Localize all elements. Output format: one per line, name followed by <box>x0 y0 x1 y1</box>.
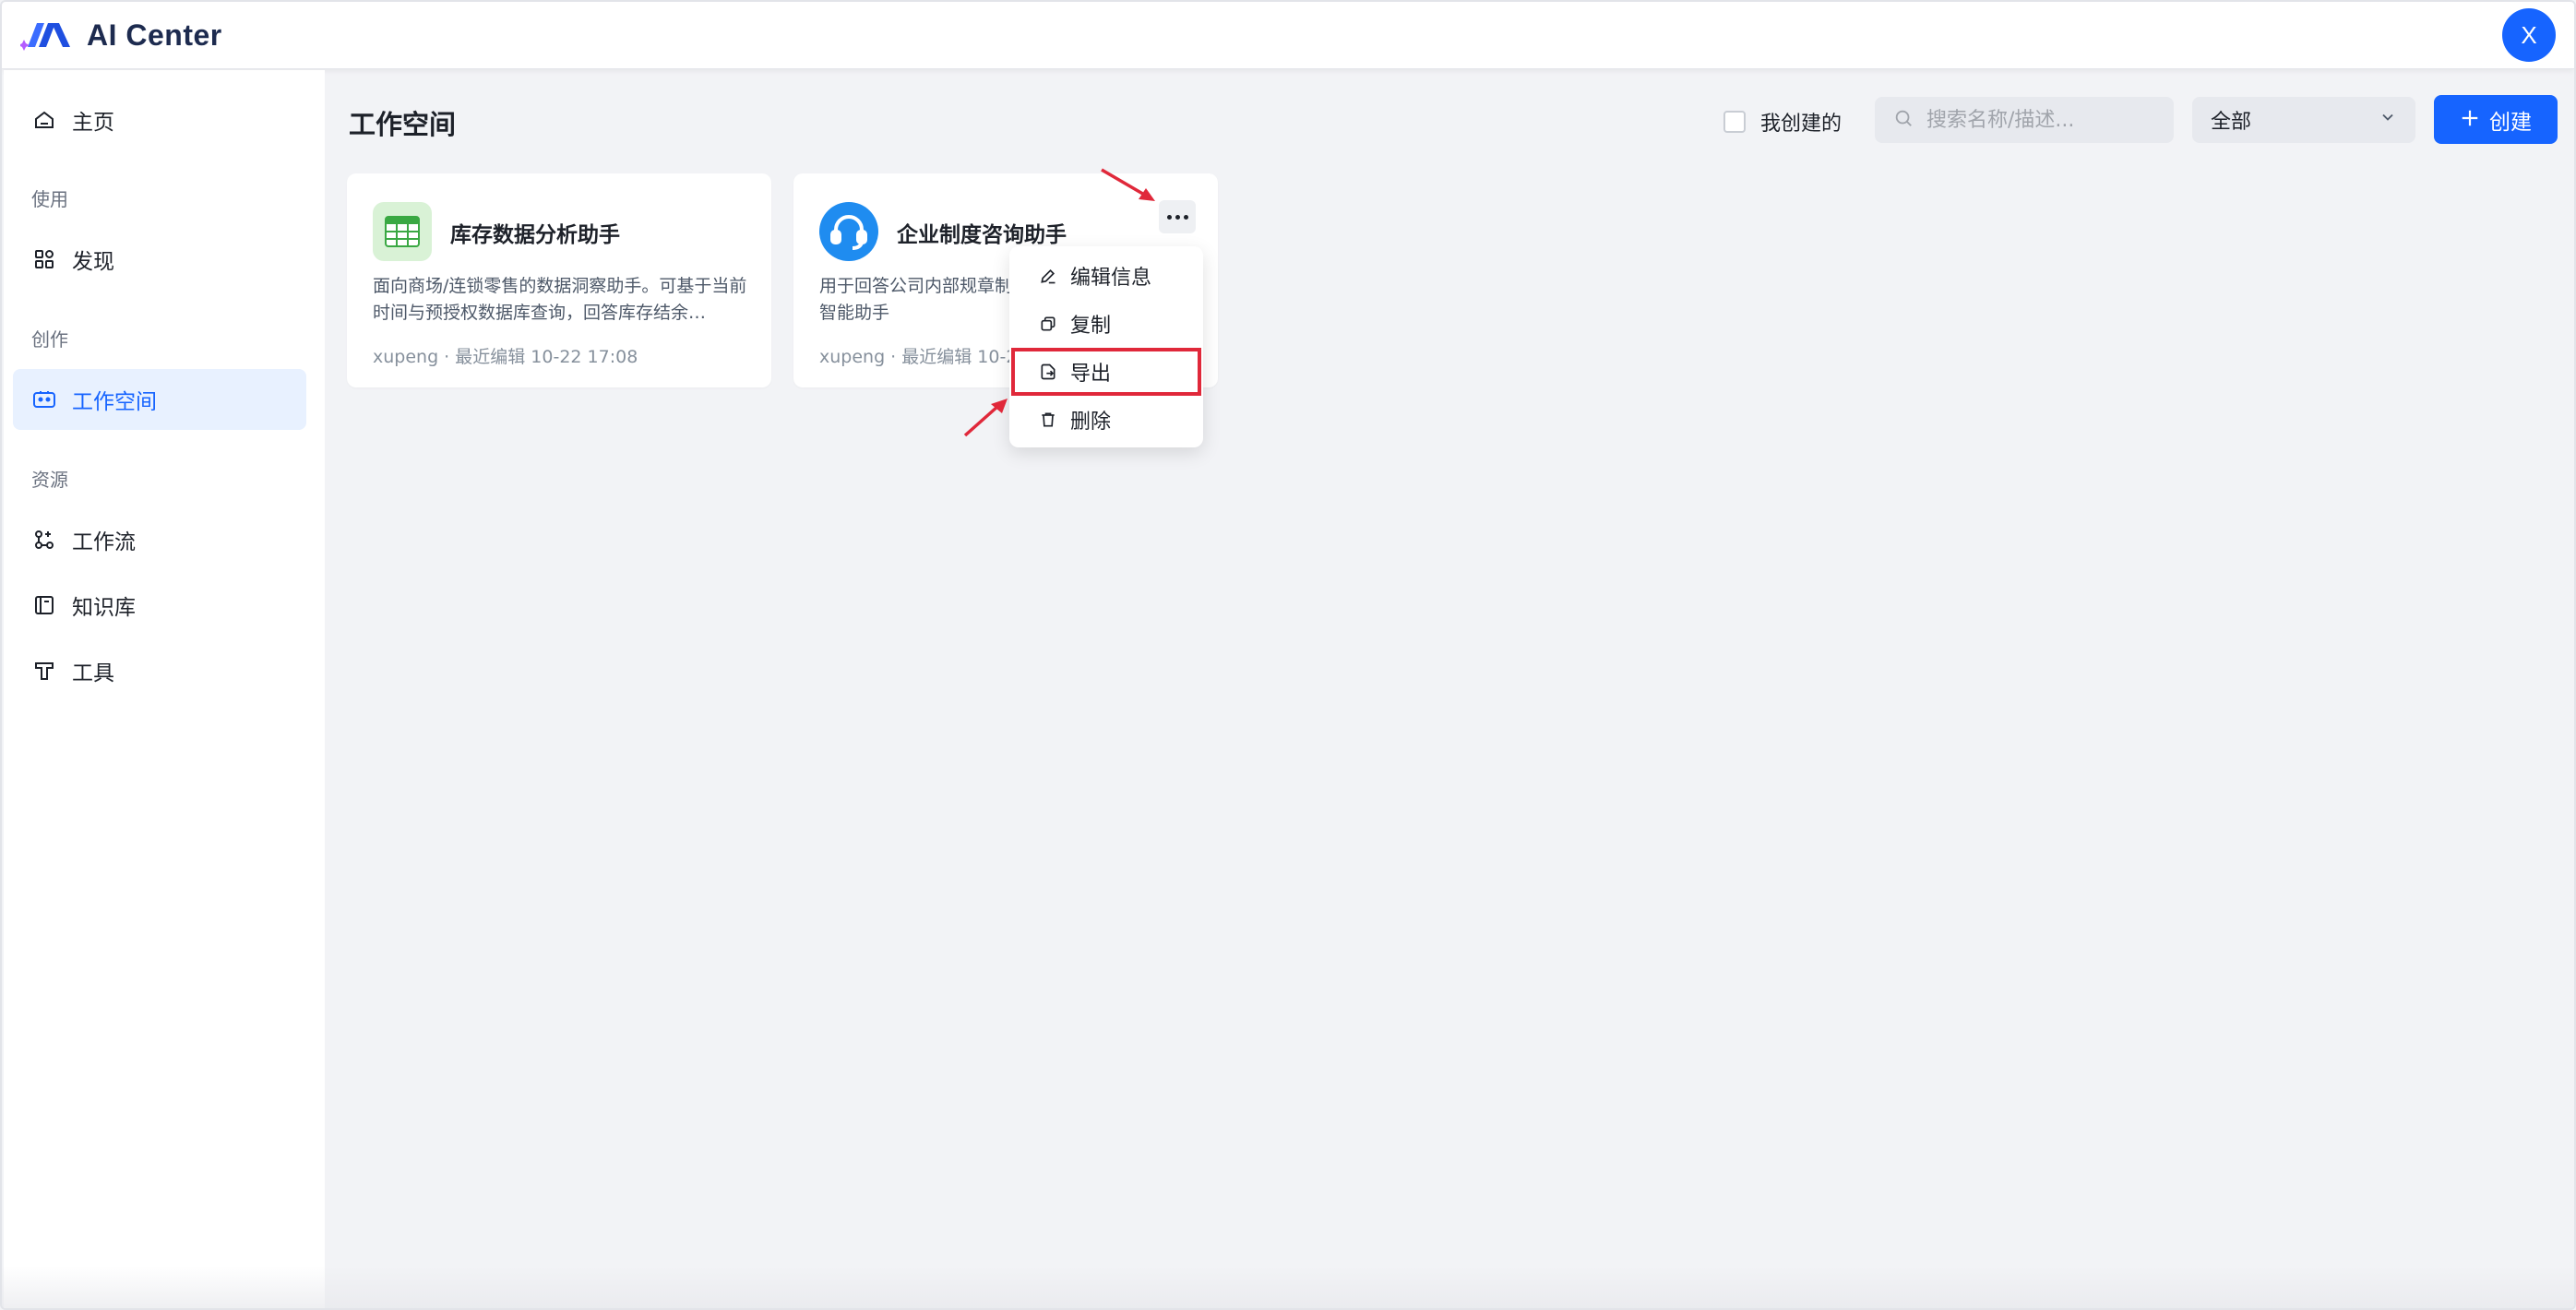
card-title: 企业制度咨询助手 <box>897 223 1067 247</box>
menu-item-edit-info[interactable]: 编辑信息 <box>1017 254 1196 298</box>
search-input[interactable] <box>1926 108 2157 132</box>
discover-grid-icon <box>31 246 57 272</box>
menu-item-delete[interactable]: 删除 <box>1017 398 1196 442</box>
sidebar-item-discover[interactable]: 发现 <box>13 229 306 290</box>
app-logo[interactable]: AI Center <box>20 15 222 55</box>
sidebar-item-workspace[interactable]: 工作空间 <box>13 369 306 430</box>
sidebar-item-home[interactable]: 主页 <box>13 89 306 150</box>
created-by-me-label: 我创建的 <box>1760 113 1843 136</box>
card-description: 面向商场/连锁零售的数据洞察助手。可基于当前时间与预授权数据库查询，回答库存结余… <box>373 276 747 323</box>
app-title: AI Center <box>87 18 222 52</box>
tool-icon <box>31 658 57 684</box>
workflow-icon <box>31 527 57 553</box>
category-select[interactable]: 全部 <box>2192 97 2415 143</box>
home-icon <box>31 107 57 133</box>
card-title: 库存数据分析助手 <box>450 223 620 247</box>
menu-item-copy[interactable]: 复制 <box>1017 302 1196 346</box>
knowledge-base-icon <box>31 592 57 618</box>
created-by-me-checkbox[interactable] <box>1723 111 1746 133</box>
sidebar: 主页 使用 发现 创作 工作空间 资源 工作流 知识库 工具 <box>4 70 325 1308</box>
card-more-button[interactable] <box>1159 200 1196 233</box>
sidebar-item-label: 工作空间 <box>72 390 157 414</box>
sidebar-item-label: 知识库 <box>72 596 136 620</box>
app-window: AI Center X 主页 使用 发现 创作 工作空间 资源 工作流 知识库 … <box>0 0 2576 1310</box>
sidebar-section-title: 资源 <box>31 469 68 491</box>
sidebar-item-label: 工作流 <box>72 530 136 554</box>
sidebar-item-label: 发现 <box>72 250 114 274</box>
user-avatar[interactable]: X <box>2502 8 2556 62</box>
top-header: AI Center X <box>2 2 2574 69</box>
annotation-arrow-icon <box>963 399 1008 437</box>
create-button[interactable]: 创建 <box>2434 95 2558 144</box>
annotation-arrow-icon <box>1101 168 1155 201</box>
search-box[interactable] <box>1875 97 2174 143</box>
export-highlight-box <box>1011 348 1201 396</box>
copy-icon <box>1039 315 1057 333</box>
create-button-label: 创建 <box>2489 110 2532 135</box>
bottom-shadow <box>2 1266 2574 1308</box>
menu-item-label: 删除 <box>1070 411 1112 434</box>
edit-pen-icon <box>1039 267 1057 285</box>
sidebar-item-label: 主页 <box>72 111 114 135</box>
brand-logo-icon <box>20 23 70 51</box>
sidebar-item-tools[interactable]: 工具 <box>13 640 306 701</box>
menu-item-label: 编辑信息 <box>1070 267 1152 290</box>
more-dots-icon <box>1166 214 1188 220</box>
table-sheet-icon <box>373 202 432 261</box>
workspace-icon <box>31 387 57 412</box>
trash-icon <box>1039 411 1057 429</box>
card-meta: xupeng · 最近编辑 10-22 17:08 <box>373 347 638 367</box>
card-context-menu: 编辑信息 复制 导出 删除 <box>1009 246 1203 447</box>
page-title: 工作空间 <box>349 109 457 140</box>
sidebar-item-label: 工具 <box>72 661 114 685</box>
created-by-me-filter[interactable]: 我创建的 <box>1723 107 1842 137</box>
agent-card[interactable]: 库存数据分析助手 面向商场/连锁零售的数据洞察助手。可基于当前时间与预授权数据库… <box>347 173 771 387</box>
search-icon <box>1893 108 1914 132</box>
headset-icon <box>819 202 878 261</box>
sidebar-section-title: 创作 <box>31 328 68 351</box>
sidebar-item-knowledge-base[interactable]: 知识库 <box>13 575 306 636</box>
sidebar-section-title: 使用 <box>31 188 68 210</box>
menu-item-label: 复制 <box>1070 315 1112 338</box>
plus-icon <box>2460 106 2480 134</box>
sidebar-item-workflow[interactable]: 工作流 <box>13 509 306 570</box>
category-select-value: 全部 <box>2211 111 2252 134</box>
chevron-down-icon <box>2379 108 2397 132</box>
